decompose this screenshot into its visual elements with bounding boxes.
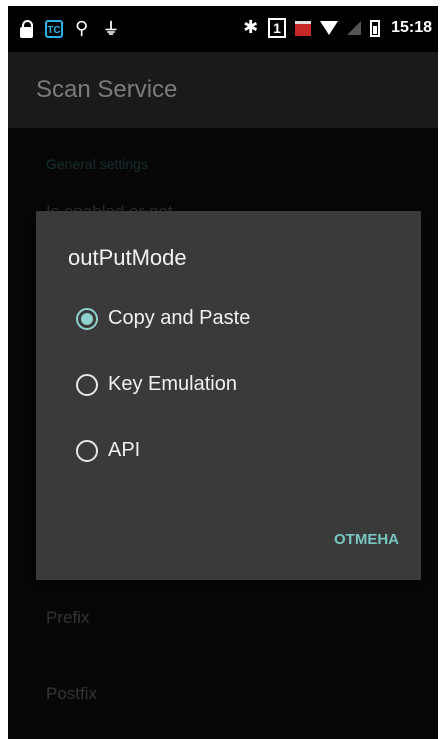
status-bar-system: ✱ 1 15:18 <box>243 18 432 38</box>
status-bar: TC ⚲ ⏚ ✱ 1 15:18 <box>8 6 438 52</box>
battery-icon <box>370 19 381 37</box>
app-title: Scan Service <box>36 76 178 103</box>
option-api[interactable]: API <box>76 439 140 462</box>
radio-unchecked-icon[interactable] <box>76 373 98 396</box>
tc-app-icon: TC <box>45 20 63 38</box>
bluetooth-icon: ✱ <box>243 17 259 38</box>
usb-icon: ⚲ <box>75 18 89 39</box>
status-bar-notifications: TC ⚲ ⏚ <box>20 18 120 39</box>
status-clock: 15:18 <box>391 19 432 36</box>
cancel-button[interactable]: ОТМЕНА <box>334 531 399 548</box>
lock-icon <box>20 19 33 38</box>
radio-checked-icon[interactable] <box>76 307 98 330</box>
option-label: Key Emulation <box>108 373 237 395</box>
wifi-icon <box>320 21 339 35</box>
sim-slot-icon: 1 <box>268 18 287 38</box>
radio-unchecked-icon[interactable] <box>76 439 98 462</box>
option-label: API <box>108 439 141 461</box>
dialog-title: outPutMode <box>68 245 187 270</box>
cell-signal-icon <box>347 21 362 35</box>
option-label: Copy and Paste <box>108 307 251 329</box>
output-mode-dialog: outPutMode Copy and Paste Key Emulation … <box>36 211 421 580</box>
option-key-emulation[interactable]: Key Emulation <box>76 373 237 396</box>
notification-flag-icon <box>295 20 312 36</box>
charging-plug-icon: ⏚ <box>103 19 120 38</box>
device-screen: TC ⚲ ⏚ ✱ 1 15:18 Scan Service General se… <box>8 6 438 739</box>
app-bar: Scan Service <box>8 52 438 128</box>
option-copy-and-paste[interactable]: Copy and Paste <box>76 307 250 330</box>
